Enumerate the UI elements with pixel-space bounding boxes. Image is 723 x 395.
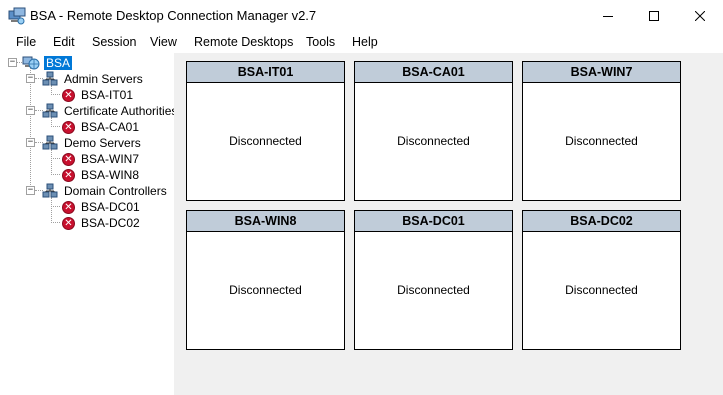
tree-group-certificate-authorities[interactable]: Certificate Authorities (42, 103, 179, 119)
tree-group-label: Admin Servers (64, 72, 143, 86)
disconnected-icon: ✕ (62, 200, 75, 214)
thumbnail-title: BSA-IT01 (187, 62, 344, 83)
tree-server-label: BSA-CA01 (81, 120, 140, 134)
tree-group-domain-controllers[interactable]: Domain Controllers (42, 183, 169, 199)
menu-remote-desktops[interactable]: Remote Desktops (194, 35, 293, 49)
tree-line (30, 68, 31, 191)
tree-line (51, 222, 60, 223)
collapse-toggle[interactable]: − (8, 58, 17, 67)
thumbnail-title: BSA-WIN8 (187, 211, 344, 232)
tree-group-label: Demo Servers (64, 136, 141, 150)
menu-session[interactable]: Session (92, 35, 136, 49)
tree-server-bsa-ca01[interactable]: ✕ BSA-CA01 (62, 119, 141, 135)
thumbnail-bsa-dc02[interactable]: BSA-DC02 Disconnected (522, 210, 681, 350)
thumbnail-bsa-win8[interactable]: BSA-WIN8 Disconnected (186, 210, 345, 350)
thumbnail-status: Disconnected (397, 283, 470, 297)
server-group-icon (42, 183, 58, 198)
thumbnail-status: Disconnected (397, 134, 470, 148)
maximize-icon (649, 10, 659, 21)
collapse-toggle[interactable]: − (26, 138, 35, 147)
thumbnail-title: BSA-WIN7 (523, 62, 680, 83)
thumbnail-status: Disconnected (229, 134, 302, 148)
close-button[interactable] (677, 0, 723, 31)
menu-view[interactable]: View (150, 35, 177, 49)
thumbnail-bsa-dc01[interactable]: BSA-DC01 Disconnected (354, 210, 513, 350)
window-title: BSA - Remote Desktop Connection Manager … (30, 8, 317, 23)
close-icon (695, 10, 705, 21)
tree-server-label: BSA-WIN7 (81, 152, 140, 166)
minimize-button[interactable] (585, 0, 631, 31)
tree-line (51, 197, 52, 223)
thumbnail-status: Disconnected (565, 283, 638, 297)
collapse-toggle[interactable]: − (26, 186, 35, 195)
server-group-icon (42, 135, 58, 150)
thumbnail-title: BSA-DC02 (523, 211, 680, 232)
rdcman-window: BSA - Remote Desktop Connection Manager … (0, 0, 723, 395)
disconnected-icon: ✕ (62, 88, 75, 102)
rdcman-app-icon (8, 7, 26, 25)
tree-server-bsa-it01[interactable]: ✕ BSA-IT01 (62, 87, 135, 103)
thumbnail-grid: BSA-IT01 Disconnected BSA-CA01 Disconnec… (174, 53, 723, 395)
tree-line (51, 158, 60, 159)
disconnected-icon: ✕ (62, 152, 75, 166)
tree-line (51, 94, 60, 95)
tree-group-demo-servers[interactable]: Demo Servers (42, 135, 143, 151)
thumbnail-title: BSA-DC01 (355, 211, 512, 232)
thumbnail-bsa-ca01[interactable]: BSA-CA01 Disconnected (354, 61, 513, 201)
menu-bar: File Edit Session View Remote Desktops T… (0, 31, 723, 53)
tree-server-bsa-dc02[interactable]: ✕ BSA-DC02 (62, 215, 142, 231)
tree-line (51, 174, 60, 175)
disconnected-icon: ✕ (62, 216, 75, 230)
menu-help[interactable]: Help (352, 35, 378, 49)
title-bar[interactable]: BSA - Remote Desktop Connection Manager … (0, 0, 723, 31)
server-group-icon (42, 103, 58, 118)
maximize-button[interactable] (631, 0, 677, 31)
minimize-icon (603, 15, 613, 17)
tree-server-bsa-win7[interactable]: ✕ BSA-WIN7 (62, 151, 141, 167)
tree-server-label: BSA-WIN8 (81, 168, 140, 182)
tree-line (51, 206, 60, 207)
tree-server-label: BSA-DC01 (81, 200, 140, 214)
tree-group-label: Certificate Authorities (64, 104, 178, 118)
tree-root-label: BSA (44, 56, 73, 70)
menu-file[interactable]: File (16, 35, 36, 49)
server-group-icon (42, 71, 58, 86)
network-group-icon (22, 56, 40, 70)
tree-group-label: Domain Controllers (64, 184, 167, 198)
thumbnail-bsa-win7[interactable]: BSA-WIN7 Disconnected (522, 61, 681, 201)
tree-server-label: BSA-IT01 (81, 88, 134, 102)
tree-server-bsa-win8[interactable]: ✕ BSA-WIN8 (62, 167, 141, 183)
thumbnail-bsa-it01[interactable]: BSA-IT01 Disconnected (186, 61, 345, 201)
tree-group-admin-servers[interactable]: Admin Servers (42, 71, 145, 87)
thumbnail-status: Disconnected (565, 134, 638, 148)
tree-root-bsa[interactable]: BSA (22, 55, 73, 71)
tree-line (51, 149, 52, 175)
thumbnail-status: Disconnected (229, 283, 302, 297)
menu-tools[interactable]: Tools (306, 35, 335, 49)
thumbnail-title: BSA-CA01 (355, 62, 512, 83)
disconnected-icon: ✕ (62, 168, 75, 182)
tree-line (51, 126, 60, 127)
collapse-toggle[interactable]: − (26, 74, 35, 83)
tree-server-label: BSA-DC02 (81, 216, 140, 230)
tree-server-bsa-dc01[interactable]: ✕ BSA-DC01 (62, 199, 142, 215)
server-tree[interactable]: − − − − − BSA Admin Servers ✕ BSA-IT01 C… (0, 53, 177, 395)
collapse-toggle[interactable]: − (26, 106, 35, 115)
disconnected-icon: ✕ (62, 120, 75, 134)
menu-edit[interactable]: Edit (53, 35, 75, 49)
